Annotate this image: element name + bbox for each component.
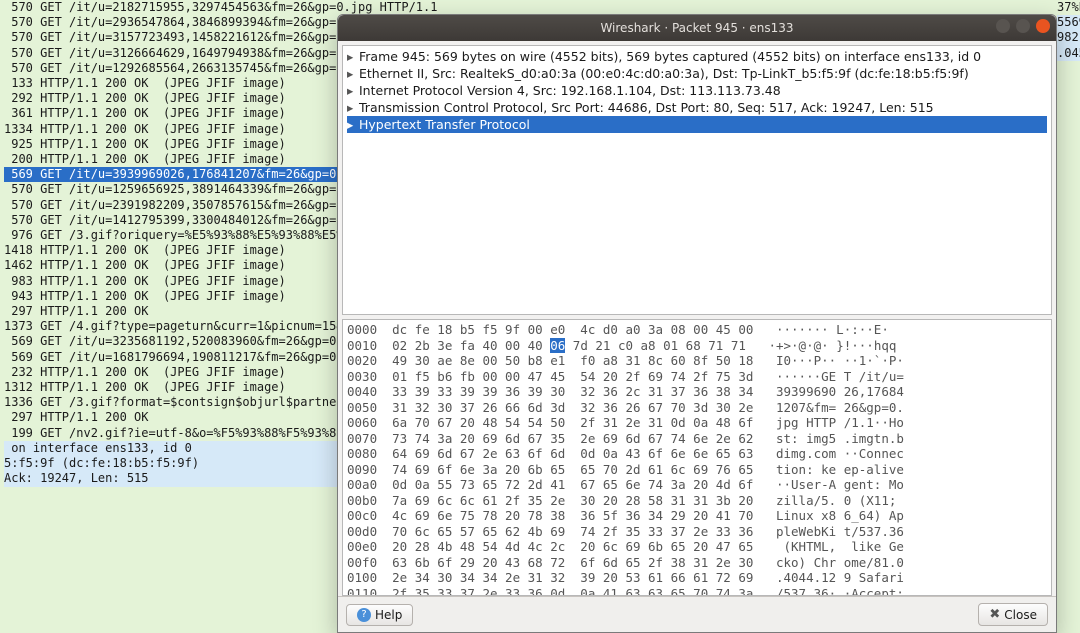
tree-row[interactable]: ▸ Transmission Control Protocol, Src Por… <box>347 99 1047 116</box>
expand-arrow-icon[interactable]: ▸ <box>347 116 359 133</box>
packet-list-row[interactable]: 570 GET /it/u=2182715955,3297454563&fm=2… <box>4 0 1080 15</box>
close-icon[interactable] <box>1036 19 1050 33</box>
expand-arrow-icon[interactable]: ▸ <box>347 48 359 65</box>
hex-row[interactable]: 0040 33 39 33 39 39 36 39 30 32 36 2c 31… <box>347 384 1047 400</box>
hex-row[interactable]: 0010 02 2b 3e fa 40 00 40 06 7d 21 c0 a8… <box>347 338 1047 354</box>
maximize-icon[interactable] <box>1016 19 1030 33</box>
tree-row[interactable]: ▸ Frame 945: 569 bytes on wire (4552 bit… <box>347 48 1047 65</box>
help-button-label: Help <box>375 608 402 622</box>
hex-row[interactable]: 00d0 70 6c 65 57 65 62 4b 69 74 2f 35 33… <box>347 524 1047 540</box>
tree-row-label: Frame 945: 569 bytes on wire (4552 bits)… <box>359 48 981 65</box>
tree-row[interactable]: ▸ Internet Protocol Version 4, Src: 192.… <box>347 82 1047 99</box>
close-button[interactable]: ✖ Close <box>978 603 1048 626</box>
minimize-icon[interactable] <box>996 19 1010 33</box>
tree-row-label: Ethernet II, Src: RealtekS_d0:a0:3a (00:… <box>359 65 969 82</box>
tree-row-label: Hypertext Transfer Protocol <box>359 116 530 133</box>
hex-dump-pane[interactable]: 0000 dc fe 18 b5 f5 9f 00 e0 4c d0 a0 3a… <box>342 319 1052 596</box>
hex-row[interactable]: 00e0 20 28 4b 48 54 4d 4c 2c 20 6c 69 6b… <box>347 539 1047 555</box>
hex-row[interactable]: 0070 73 74 3a 20 69 6d 67 35 2e 69 6d 67… <box>347 431 1047 447</box>
expand-arrow-icon[interactable]: ▸ <box>347 99 359 116</box>
hex-row[interactable]: 00c0 4c 69 6e 75 78 20 78 38 36 5f 36 34… <box>347 508 1047 524</box>
close-button-label: Close <box>1004 608 1037 622</box>
hex-row[interactable]: 00a0 0d 0a 55 73 65 72 2d 41 67 65 6e 74… <box>347 477 1047 493</box>
edge-fragment: 982 <box>1057 30 1080 45</box>
tree-row[interactable]: ▸ Hypertext Transfer Protocol <box>347 116 1047 133</box>
hex-row[interactable]: 0050 31 32 30 37 26 66 6d 3d 32 36 26 67… <box>347 400 1047 416</box>
expand-arrow-icon[interactable]: ▸ <box>347 82 359 99</box>
protocol-tree-pane[interactable]: ▸ Frame 945: 569 bytes on wire (4552 bit… <box>342 45 1052 315</box>
hex-row[interactable]: 0090 74 69 6f 6e 3a 20 6b 65 65 70 2d 61… <box>347 462 1047 478</box>
hex-row[interactable]: 0060 6a 70 67 20 48 54 54 50 2f 31 2e 31… <box>347 415 1047 431</box>
edge-fragment: 5569 <box>1057 15 1080 30</box>
hex-row[interactable]: 0080 64 69 6d 67 2e 63 6f 6d 0d 0a 43 6f… <box>347 446 1047 462</box>
close-x-icon: ✖ <box>989 607 1000 622</box>
help-icon: ? <box>357 608 371 622</box>
tree-row[interactable]: ▸ Ethernet II, Src: RealtekS_d0:a0:3a (0… <box>347 65 1047 82</box>
hex-row[interactable]: 0020 49 30 ae 8e 00 50 b8 e1 f0 a8 31 8c… <box>347 353 1047 369</box>
right-edge-fragments: 37%E5569982.045 <box>1057 0 1080 633</box>
hex-row[interactable]: 0030 01 f5 b6 fb 00 00 47 45 54 20 2f 69… <box>347 369 1047 385</box>
edge-fragment: .045 <box>1057 46 1080 61</box>
dialog-button-bar: ? Help ✖ Close <box>338 596 1056 632</box>
hex-row[interactable]: 0000 dc fe 18 b5 f5 9f 00 e0 4c d0 a0 3a… <box>347 322 1047 338</box>
window-titlebar[interactable]: Wireshark · Packet 945 · ens133 <box>338 15 1056 41</box>
expand-arrow-icon[interactable]: ▸ <box>347 65 359 82</box>
edge-fragment: 37%E <box>1057 0 1080 15</box>
help-button[interactable]: ? Help <box>346 604 413 626</box>
hex-row[interactable]: 00f0 63 6b 6f 29 20 43 68 72 6f 6d 65 2f… <box>347 555 1047 571</box>
hex-row[interactable]: 0110 2f 35 33 37 2e 33 36 0d 0a 41 63 63… <box>347 586 1047 597</box>
packet-detail-window: Wireshark · Packet 945 · ens133 ▸ Frame … <box>337 14 1057 633</box>
hex-row[interactable]: 0100 2e 34 30 34 34 2e 31 32 39 20 53 61… <box>347 570 1047 586</box>
hex-row[interactable]: 00b0 7a 69 6c 6c 61 2f 35 2e 30 20 28 58… <box>347 493 1047 509</box>
window-title: Wireshark · Packet 945 · ens133 <box>600 21 793 35</box>
tree-row-label: Internet Protocol Version 4, Src: 192.16… <box>359 82 781 99</box>
tree-row-label: Transmission Control Protocol, Src Port:… <box>359 99 934 116</box>
